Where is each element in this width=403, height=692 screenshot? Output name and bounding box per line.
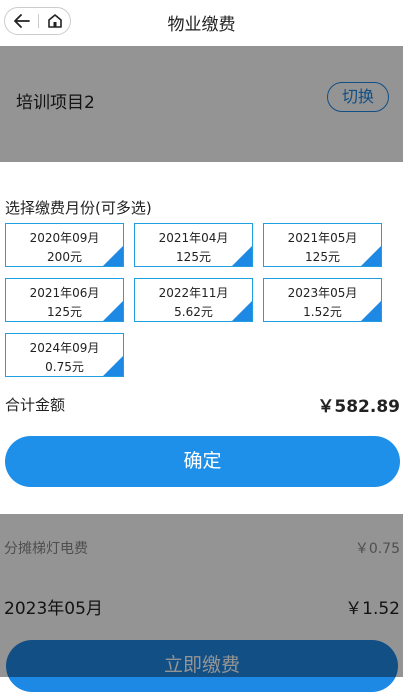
month-tile-label: 2024年09月 [29,341,100,355]
total-amount: ￥582.89 [317,397,400,417]
selected-corner-icon [103,356,123,376]
month-tile[interactable]: 2020年09月 200元 [5,223,124,267]
page-title: 物业缴费 [167,15,236,35]
selected-corner-icon [232,301,252,321]
month-tile-label: 2021年05月 [287,231,358,245]
selected-corner-icon [361,301,381,321]
month-tile[interactable]: 2022年11月 5.62元 [134,278,253,322]
total-label: 合计金额 [5,396,66,414]
confirm-button[interactable]: 确定 [5,436,400,487]
month-select-sheet: 选择缴费月份(可多选) 2020年09月 200元 2021年04月 125元 … [0,162,403,514]
month-tile-label: 2021年04月 [158,231,229,245]
month-tile-label: 2021年06月 [29,286,100,300]
month-tile-label: 2023年05月 [287,286,358,300]
month-tile[interactable]: 2021年06月 125元 [5,278,124,322]
selected-corner-icon [361,246,381,266]
selected-corner-icon [103,246,123,266]
selected-corner-icon [232,246,252,266]
month-tile[interactable]: 2021年05月 125元 [263,223,382,267]
nav-bar: 物业缴费 [0,0,403,46]
sheet-title: 选择缴费月份(可多选) [5,199,152,217]
month-tile-label: 2022年11月 [158,286,229,300]
month-tile[interactable]: 2023年05月 1.52元 [263,278,382,322]
month-tile-label: 2020年09月 [29,231,100,245]
month-tile[interactable]: 2021年04月 125元 [134,223,253,267]
selected-corner-icon [103,301,123,321]
month-tile[interactable]: 2024年09月 0.75元 [5,333,124,377]
